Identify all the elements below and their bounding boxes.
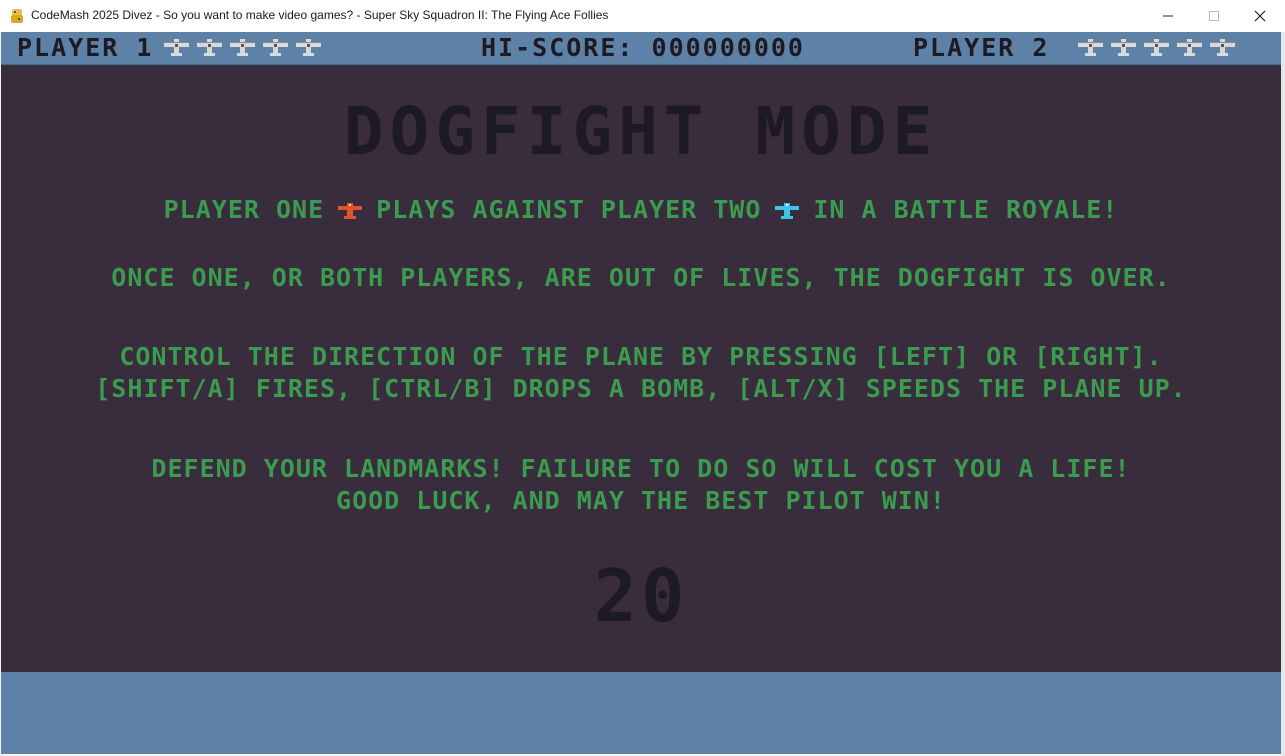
intro-battle-royale: IN A BATTLE ROYALE! [813, 195, 1119, 224]
plane-icon [1111, 39, 1136, 56]
rules-line: ONCE ONE, OR BOTH PLAYERS, ARE OUT OF LI… [111, 263, 1171, 292]
plane-icon [230, 39, 255, 56]
controls-line-1: CONTROL THE DIRECTION OF THE PLANE BY PR… [119, 342, 1163, 371]
minimize-button[interactable] [1145, 0, 1191, 32]
hud-bar: PLAYER 1 HI-SCORE: 000000000 PLAYER 2 [1, 32, 1281, 65]
plane-icon [296, 39, 321, 56]
game-window: CodeMash 2025 Divez - So you want to mak… [0, 0, 1285, 756]
plane-icon [164, 39, 189, 56]
game-canvas[interactable]: PLAYER 1 HI-SCORE: 000000000 PLAYER 2 DO… [1, 32, 1281, 754]
minimize-icon [1163, 15, 1173, 17]
plane-icon [1210, 39, 1235, 56]
player1-label: PLAYER 1 [17, 33, 154, 62]
landmarks-line: DEFEND YOUR LANDMARKS! FAILURE TO DO SO … [151, 454, 1131, 483]
intro-plays-against: PLAYS AGAINST PLAYER TWO [376, 195, 762, 224]
player1-lives [163, 38, 322, 58]
good-luck-line: GOOD LUCK, AND MAY THE BEST PILOT WIN! [336, 486, 946, 515]
player2-lives [1077, 38, 1236, 58]
plane-icon [197, 39, 222, 56]
player1-plane-icon [338, 203, 363, 219]
hiscore-label: HI-SCORE: 000000000 [481, 33, 805, 62]
maximize-icon [1209, 11, 1219, 21]
maximize-button[interactable] [1191, 0, 1237, 32]
plane-icon [1144, 39, 1169, 56]
plane-icon [1078, 39, 1103, 56]
intro-player-one: PLAYER ONE [163, 195, 325, 224]
controls-line-2: [SHIFT/A] FIRES, [CTRL/B] DROPS A BOMB, … [95, 374, 1187, 403]
python-icon [11, 9, 23, 23]
plane-icon [263, 39, 288, 56]
window-edge [1281, 32, 1285, 756]
title-bar[interactable]: CodeMash 2025 Divez - So you want to mak… [0, 0, 1285, 32]
player2-plane-icon [775, 203, 800, 219]
plane-icon [1177, 39, 1202, 56]
countdown-timer: 20 [593, 554, 689, 638]
close-icon [1254, 10, 1266, 22]
ground-strip [1, 672, 1281, 754]
mode-heading: DOGFIGHT MODE [343, 93, 939, 170]
player2-label: PLAYER 2 [913, 33, 1050, 62]
intro-line: PLAYER ONE PLAYS AGAINST PLAYER TWO IN A… [1, 194, 1281, 226]
window-title: CodeMash 2025 Divez - So you want to mak… [31, 8, 609, 22]
close-button[interactable] [1237, 0, 1283, 32]
